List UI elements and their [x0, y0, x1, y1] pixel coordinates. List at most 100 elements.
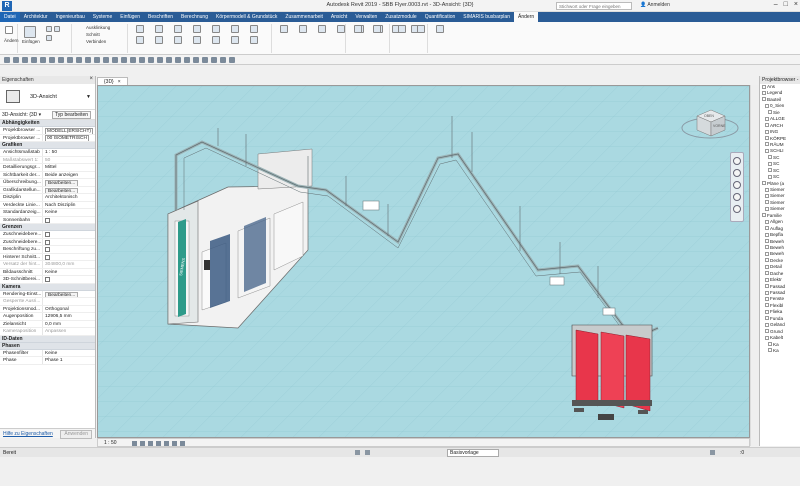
steering-wheel-icon[interactable]	[733, 157, 741, 165]
property-row[interactable]: Verdeckte Linie... Nach Disziplin	[0, 201, 95, 209]
apply-button[interactable]: Anwenden	[60, 430, 92, 439]
edit-button[interactable]: Bearbeiten...	[45, 180, 79, 186]
expand-icon[interactable]	[762, 90, 766, 95]
match-icon[interactable]	[46, 35, 52, 41]
toolbar-icon[interactable]	[157, 57, 163, 63]
ribbon-tool-icon[interactable]	[337, 25, 345, 33]
expand-icon[interactable]	[765, 200, 769, 205]
ribbon-tool-icon[interactable]	[212, 25, 220, 33]
checkbox[interactable]	[45, 217, 50, 223]
expand-icon[interactable]	[765, 226, 769, 231]
toolbar-icon[interactable]	[220, 57, 226, 63]
expand-icon[interactable]	[765, 187, 769, 192]
tab-2[interactable]: Ingenieurbau	[52, 12, 89, 22]
minimize-icon[interactable]: –	[774, 1, 778, 8]
property-value[interactable]: MODELL(ERSICHT)	[43, 127, 95, 134]
property-value[interactable]: Bearbeiten...	[43, 179, 95, 186]
property-value[interactable]: 0,0 mm	[43, 321, 95, 328]
toolbar-icon[interactable]	[175, 57, 181, 63]
ribbon-tool-icon[interactable]	[136, 25, 144, 33]
ribbon-tool-icon[interactable]	[155, 25, 163, 33]
property-row[interactable]: Projektbrowser ... MODELL(ERSICHT)	[0, 127, 95, 135]
toolbar-icon[interactable]	[112, 57, 118, 63]
ribbon-tool-icon[interactable]	[231, 25, 239, 33]
toolbar-icon[interactable]	[67, 57, 73, 63]
property-row[interactable]: Kameraposition Anpassen	[0, 328, 95, 336]
section-phases[interactable]: Phasen	[0, 342, 95, 350]
section-camera[interactable]: Kamera	[0, 283, 95, 291]
worksets-icon[interactable]	[355, 450, 360, 455]
toolbar-icon[interactable]	[202, 57, 208, 63]
toolbar-icon[interactable]	[148, 57, 154, 63]
property-value[interactable]: 304800,0 mm	[43, 261, 95, 268]
property-row[interactable]: Zuschneidebere...	[0, 238, 95, 246]
ribbon-tool-icon[interactable]	[299, 25, 307, 33]
edit-type-button[interactable]: Typ bearbeiten	[52, 111, 92, 119]
property-row[interactable]: Zuschneidebere...	[0, 231, 95, 239]
section-graphics[interactable]: Grafiken	[0, 142, 95, 149]
expand-icon[interactable]	[765, 284, 769, 289]
toolbar-icon[interactable]	[139, 57, 145, 63]
property-row[interactable]: Hinterer Schnitt...	[0, 253, 95, 261]
main-model-select[interactable]: Basisvorlage	[447, 449, 499, 457]
viewcube[interactable]: OBEN VORNE	[680, 102, 740, 142]
section-extents[interactable]: Grenzen	[0, 224, 95, 231]
ribbon-tool-icon[interactable]	[174, 25, 182, 33]
ribbon-tool-icon[interactable]	[193, 36, 201, 44]
type-selector[interactable]: 3D-Ansicht ▼	[0, 84, 95, 110]
expand-icon[interactable]	[762, 97, 766, 102]
property-value[interactable]: Orthogonal	[43, 306, 95, 313]
property-value[interactable]: 50	[43, 157, 95, 164]
expand-icon[interactable]	[765, 316, 769, 321]
expand-icon[interactable]	[765, 148, 769, 153]
property-value[interactable]	[43, 298, 95, 305]
property-row[interactable]: Ansichtsmaßstab 1 : 50	[0, 149, 95, 157]
tab-13[interactable]: SIMARIS busbarplan	[459, 12, 514, 22]
expand-icon[interactable]	[768, 110, 772, 115]
property-row[interactable]: Sichtbarkeit der... Beide anzeigen	[0, 171, 95, 179]
tab-1[interactable]: Architektur	[20, 12, 52, 22]
ribbon-tool-icon[interactable]	[436, 25, 444, 33]
join-label[interactable]: Verbinden	[86, 39, 106, 44]
checkbox[interactable]	[45, 277, 50, 282]
ribbon-tool-icon[interactable]	[398, 25, 406, 33]
property-value[interactable]: Beide anzeigen	[43, 172, 95, 179]
toolbar-icon[interactable]	[94, 57, 100, 63]
expand-icon[interactable]	[765, 103, 769, 108]
property-row[interactable]: Bildausschnitt Keine	[0, 268, 95, 276]
property-value[interactable]: Keine	[43, 350, 95, 357]
property-row[interactable]: 3D-Schnittberei...	[0, 276, 95, 284]
revit-logo-icon[interactable]: R	[2, 1, 12, 11]
checkbox[interactable]	[45, 247, 50, 252]
toolbar-icon[interactable]	[85, 57, 91, 63]
toolbar-icon[interactable]	[193, 57, 199, 63]
paste-icon[interactable]	[24, 26, 36, 38]
modify-icon[interactable]	[5, 26, 13, 34]
property-row[interactable]: Sonnenbahn	[0, 216, 95, 224]
expand-icon[interactable]	[765, 271, 769, 276]
property-value[interactable]: Keine	[43, 209, 95, 216]
tab-6[interactable]: Berechnung	[177, 12, 212, 22]
expand-icon[interactable]	[765, 136, 769, 140]
expand-icon[interactable]	[765, 206, 769, 211]
cut-geometry-label[interactable]: Schnitt	[86, 32, 100, 37]
view-tab-3d[interactable]: {3D} ×	[97, 77, 128, 85]
expand-icon[interactable]	[765, 142, 769, 147]
property-value[interactable]: 00 ISOMETRISCH	[43, 135, 95, 141]
property-row[interactable]: Disziplin Architektonisch	[0, 194, 95, 202]
design-options-icon[interactable]	[365, 450, 370, 455]
property-value[interactable]: Nach Disziplin	[43, 202, 95, 209]
toolbar-icon[interactable]	[31, 57, 37, 63]
toolbar-icon[interactable]	[4, 57, 10, 63]
toolbar-icon[interactable]	[121, 57, 127, 63]
maximize-icon[interactable]: □	[784, 1, 788, 8]
lock-view-icon[interactable]	[180, 441, 185, 446]
cope-label[interactable]: Ausklinkung	[86, 25, 110, 30]
expand-icon[interactable]	[768, 168, 772, 173]
ribbon-tool-icon[interactable]	[136, 36, 144, 44]
toolbar-icon[interactable]	[229, 57, 235, 63]
expand-icon[interactable]	[765, 264, 769, 269]
expand-icon[interactable]	[765, 309, 769, 314]
toolbar-icon[interactable]	[13, 57, 19, 63]
browser-node[interactable]: Ka	[760, 348, 800, 354]
